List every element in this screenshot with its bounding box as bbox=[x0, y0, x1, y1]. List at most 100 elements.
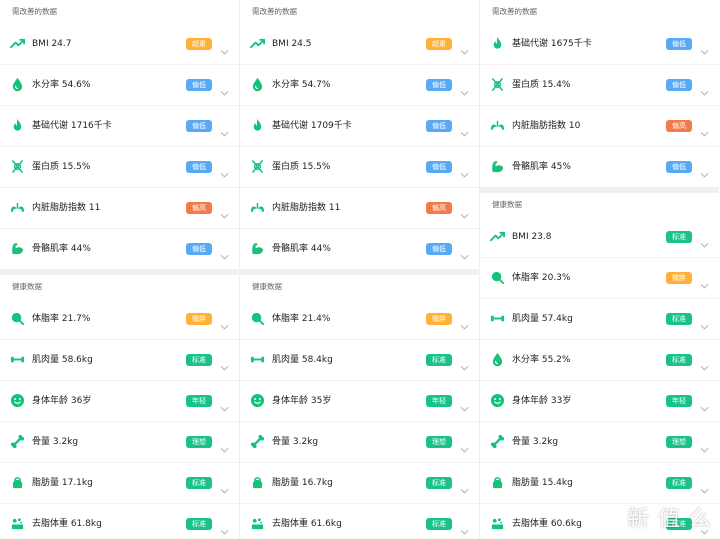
metric-row[interactable]: 去脂体重 61.8kg 标准 bbox=[0, 504, 239, 539]
chevron-down-icon[interactable] bbox=[700, 122, 709, 137]
metric-row[interactable]: 蛋白质 15.5% 偏低 bbox=[240, 147, 479, 188]
status-badge: 偏低 bbox=[186, 79, 212, 91]
chevron-down-icon[interactable] bbox=[220, 245, 229, 260]
chevron-down-icon[interactable] bbox=[460, 520, 469, 535]
chevron-down-icon[interactable] bbox=[460, 438, 469, 453]
chevron-down-icon[interactable] bbox=[700, 233, 709, 248]
chevron-down-icon[interactable] bbox=[220, 520, 229, 535]
metric-row[interactable]: 蛋白质 15.5% 偏低 bbox=[0, 147, 239, 188]
metric-row[interactable]: 身体年龄 35岁 年轻 bbox=[240, 381, 479, 422]
chevron-down-icon[interactable] bbox=[460, 356, 469, 371]
status-badge: 标准 bbox=[666, 354, 692, 366]
metric-label: 脂肪量 15.4kg bbox=[512, 478, 573, 488]
metric-row[interactable]: 体脂率 20.3% 微胖 bbox=[480, 258, 719, 299]
chevron-down-icon[interactable] bbox=[700, 356, 709, 371]
metric-row[interactable]: 身体年龄 36岁 年轻 bbox=[0, 381, 239, 422]
chevron-down-icon[interactable] bbox=[220, 163, 229, 178]
screen-column-2: 需改善的数据 BMI 24.5 超重 水分率 54.7% 偏低 基础代谢 1709千卡 偏低… bbox=[240, 0, 479, 539]
chevron-down-icon[interactable] bbox=[220, 315, 229, 330]
chevron-down-icon[interactable] bbox=[220, 40, 229, 55]
chevron-down-icon[interactable] bbox=[460, 122, 469, 137]
metric-row[interactable]: 基础代谢 1675千卡 偏低 bbox=[480, 24, 719, 65]
metric-label: 水分率 55.2% bbox=[512, 355, 571, 365]
status-badge: 标准 bbox=[186, 354, 212, 366]
chevron-down-icon[interactable] bbox=[220, 479, 229, 494]
metric-row[interactable]: 内脏脂肪指数 11 偏高 bbox=[0, 188, 239, 229]
watermark-logo: 新 值 么 bbox=[627, 507, 712, 532]
chevron-down-icon[interactable] bbox=[460, 204, 469, 219]
chevron-down-icon[interactable] bbox=[460, 315, 469, 330]
chevron-down-icon[interactable] bbox=[220, 204, 229, 219]
metric-row[interactable]: BMI 24.7 超重 bbox=[0, 24, 239, 65]
metric-row[interactable]: 水分率 55.2% 标准 bbox=[480, 340, 719, 381]
metric-row[interactable]: 水分率 54.7% 偏低 bbox=[240, 65, 479, 106]
status-badge: 年轻 bbox=[666, 395, 692, 407]
chevron-down-icon[interactable] bbox=[460, 245, 469, 260]
metric-row[interactable]: 骨骼肌率 44% 偏低 bbox=[0, 229, 239, 269]
metric-row[interactable]: 内脏脂肪指数 10 偏高 bbox=[480, 106, 719, 147]
status-badge: 标准 bbox=[426, 477, 452, 489]
chevron-down-icon[interactable] bbox=[700, 438, 709, 453]
metric-label: 蛋白质 15.5% bbox=[272, 162, 331, 172]
status-badge: 标准 bbox=[426, 518, 452, 530]
metric-row[interactable]: 骨骼肌率 45% 偏低 bbox=[480, 147, 719, 187]
metric-label: 体脂率 21.7% bbox=[32, 314, 91, 324]
improve-section: 需改善的数据 BMI 24.5 超重 水分率 54.7% 偏低 基础代谢 1709千卡 偏低… bbox=[240, 0, 479, 269]
metric-label: 骨骼肌率 44% bbox=[32, 244, 91, 254]
chevron-down-icon[interactable] bbox=[460, 163, 469, 178]
metric-label: BMI 23.8 bbox=[512, 232, 552, 242]
chevron-down-icon[interactable] bbox=[220, 438, 229, 453]
chevron-down-icon[interactable] bbox=[700, 163, 709, 178]
metric-row[interactable]: 脂肪量 15.4kg 标准 bbox=[480, 463, 719, 504]
metric-row[interactable]: 基础代谢 1709千卡 偏低 bbox=[240, 106, 479, 147]
metric-row[interactable]: 肌肉量 58.6kg 标准 bbox=[0, 340, 239, 381]
chevron-down-icon[interactable] bbox=[460, 479, 469, 494]
status-badge: 偏低 bbox=[186, 161, 212, 173]
metric-row[interactable]: 去脂体重 61.6kg 标准 bbox=[240, 504, 479, 539]
metric-row[interactable]: 内脏脂肪指数 11 偏高 bbox=[240, 188, 479, 229]
chevron-down-icon[interactable] bbox=[700, 397, 709, 412]
section-title: 健康数据 bbox=[12, 282, 42, 291]
body-fat-icon bbox=[490, 270, 505, 285]
metric-row[interactable]: 脂肪量 16.7kg 标准 bbox=[240, 463, 479, 504]
water-drop-icon bbox=[250, 77, 265, 92]
metric-row[interactable]: 骨骼肌率 44% 偏低 bbox=[240, 229, 479, 269]
smiley-icon bbox=[490, 393, 505, 408]
muscle-arm-icon bbox=[250, 241, 265, 256]
metric-row[interactable]: BMI 23.8 标准 bbox=[480, 217, 719, 258]
status-badge: 偏高 bbox=[666, 120, 692, 132]
metric-row[interactable]: 骨量 3.2kg 理想 bbox=[0, 422, 239, 463]
chevron-down-icon[interactable] bbox=[220, 81, 229, 96]
chevron-down-icon[interactable] bbox=[220, 122, 229, 137]
chevron-down-icon[interactable] bbox=[220, 397, 229, 412]
metric-row[interactable]: 体脂率 21.7% 微胖 bbox=[0, 299, 239, 340]
chevron-down-icon[interactable] bbox=[700, 315, 709, 330]
kettlebell-icon bbox=[250, 475, 265, 490]
metric-row[interactable]: 体脂率 21.4% 微胖 bbox=[240, 299, 479, 340]
metric-row[interactable]: BMI 24.5 超重 bbox=[240, 24, 479, 65]
metric-row[interactable]: 蛋白质 15.4% 偏低 bbox=[480, 65, 719, 106]
status-badge: 偏高 bbox=[186, 202, 212, 214]
chevron-down-icon[interactable] bbox=[700, 274, 709, 289]
metric-row[interactable]: 肌肉量 58.4kg 标准 bbox=[240, 340, 479, 381]
chevron-down-icon[interactable] bbox=[460, 397, 469, 412]
metric-label: 体脂率 20.3% bbox=[512, 273, 571, 283]
metric-row[interactable]: 肌肉量 57.4kg 标准 bbox=[480, 299, 719, 340]
health-section: 健康数据 体脂率 21.4% 微胖 肌肉量 58.4kg 标准 身体年龄 35岁 年轻 骨量 … bbox=[240, 275, 479, 539]
chevron-down-icon[interactable] bbox=[460, 40, 469, 55]
metric-row[interactable]: 脂肪量 17.1kg 标准 bbox=[0, 463, 239, 504]
metric-row[interactable]: 身体年龄 33岁 年轻 bbox=[480, 381, 719, 422]
chevron-down-icon[interactable] bbox=[700, 40, 709, 55]
metric-row[interactable]: 骨量 3.2kg 理想 bbox=[240, 422, 479, 463]
chevron-down-icon[interactable] bbox=[460, 81, 469, 96]
status-badge: 标准 bbox=[666, 477, 692, 489]
status-badge: 偏低 bbox=[426, 161, 452, 173]
metric-row[interactable]: 基础代谢 1716千卡 偏低 bbox=[0, 106, 239, 147]
chevron-down-icon[interactable] bbox=[700, 479, 709, 494]
status-badge: 标准 bbox=[666, 313, 692, 325]
chevron-down-icon[interactable] bbox=[700, 81, 709, 96]
metric-label: 去脂体重 61.6kg bbox=[272, 519, 342, 529]
metric-row[interactable]: 骨量 3.2kg 理想 bbox=[480, 422, 719, 463]
chevron-down-icon[interactable] bbox=[220, 356, 229, 371]
metric-row[interactable]: 水分率 54.6% 偏低 bbox=[0, 65, 239, 106]
